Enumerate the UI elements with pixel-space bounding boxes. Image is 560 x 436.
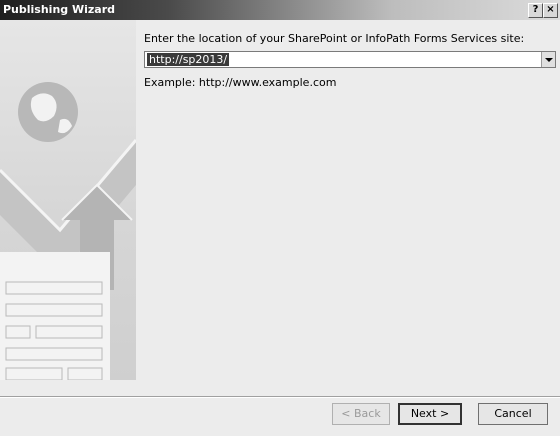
wizard-illustration-graphic: [0, 82, 136, 380]
help-button[interactable]: ?: [528, 3, 543, 18]
example-hint: Example: http://www.example.com: [144, 76, 337, 89]
footer-divider-highlight: [0, 397, 560, 398]
publishing-wizard-dialog: Publishing Wizard ? × Enter the location…: [0, 0, 560, 436]
wizard-side-illustration: [0, 20, 136, 380]
location-prompt: Enter the location of your SharePoint or…: [144, 32, 525, 45]
chevron-down-icon[interactable]: [541, 52, 555, 67]
cancel-button[interactable]: Cancel: [478, 403, 548, 425]
next-button[interactable]: Next >: [398, 403, 462, 425]
back-button[interactable]: < Back: [332, 403, 390, 425]
location-combobox[interactable]: http://sp2013/: [144, 51, 556, 68]
location-input[interactable]: http://sp2013/: [147, 53, 230, 66]
close-button[interactable]: ×: [543, 3, 558, 18]
title-bar: Publishing Wizard ? ×: [0, 0, 560, 20]
window-title: Publishing Wizard: [3, 3, 116, 16]
wizard-content: Enter the location of your SharePoint or…: [136, 20, 560, 380]
